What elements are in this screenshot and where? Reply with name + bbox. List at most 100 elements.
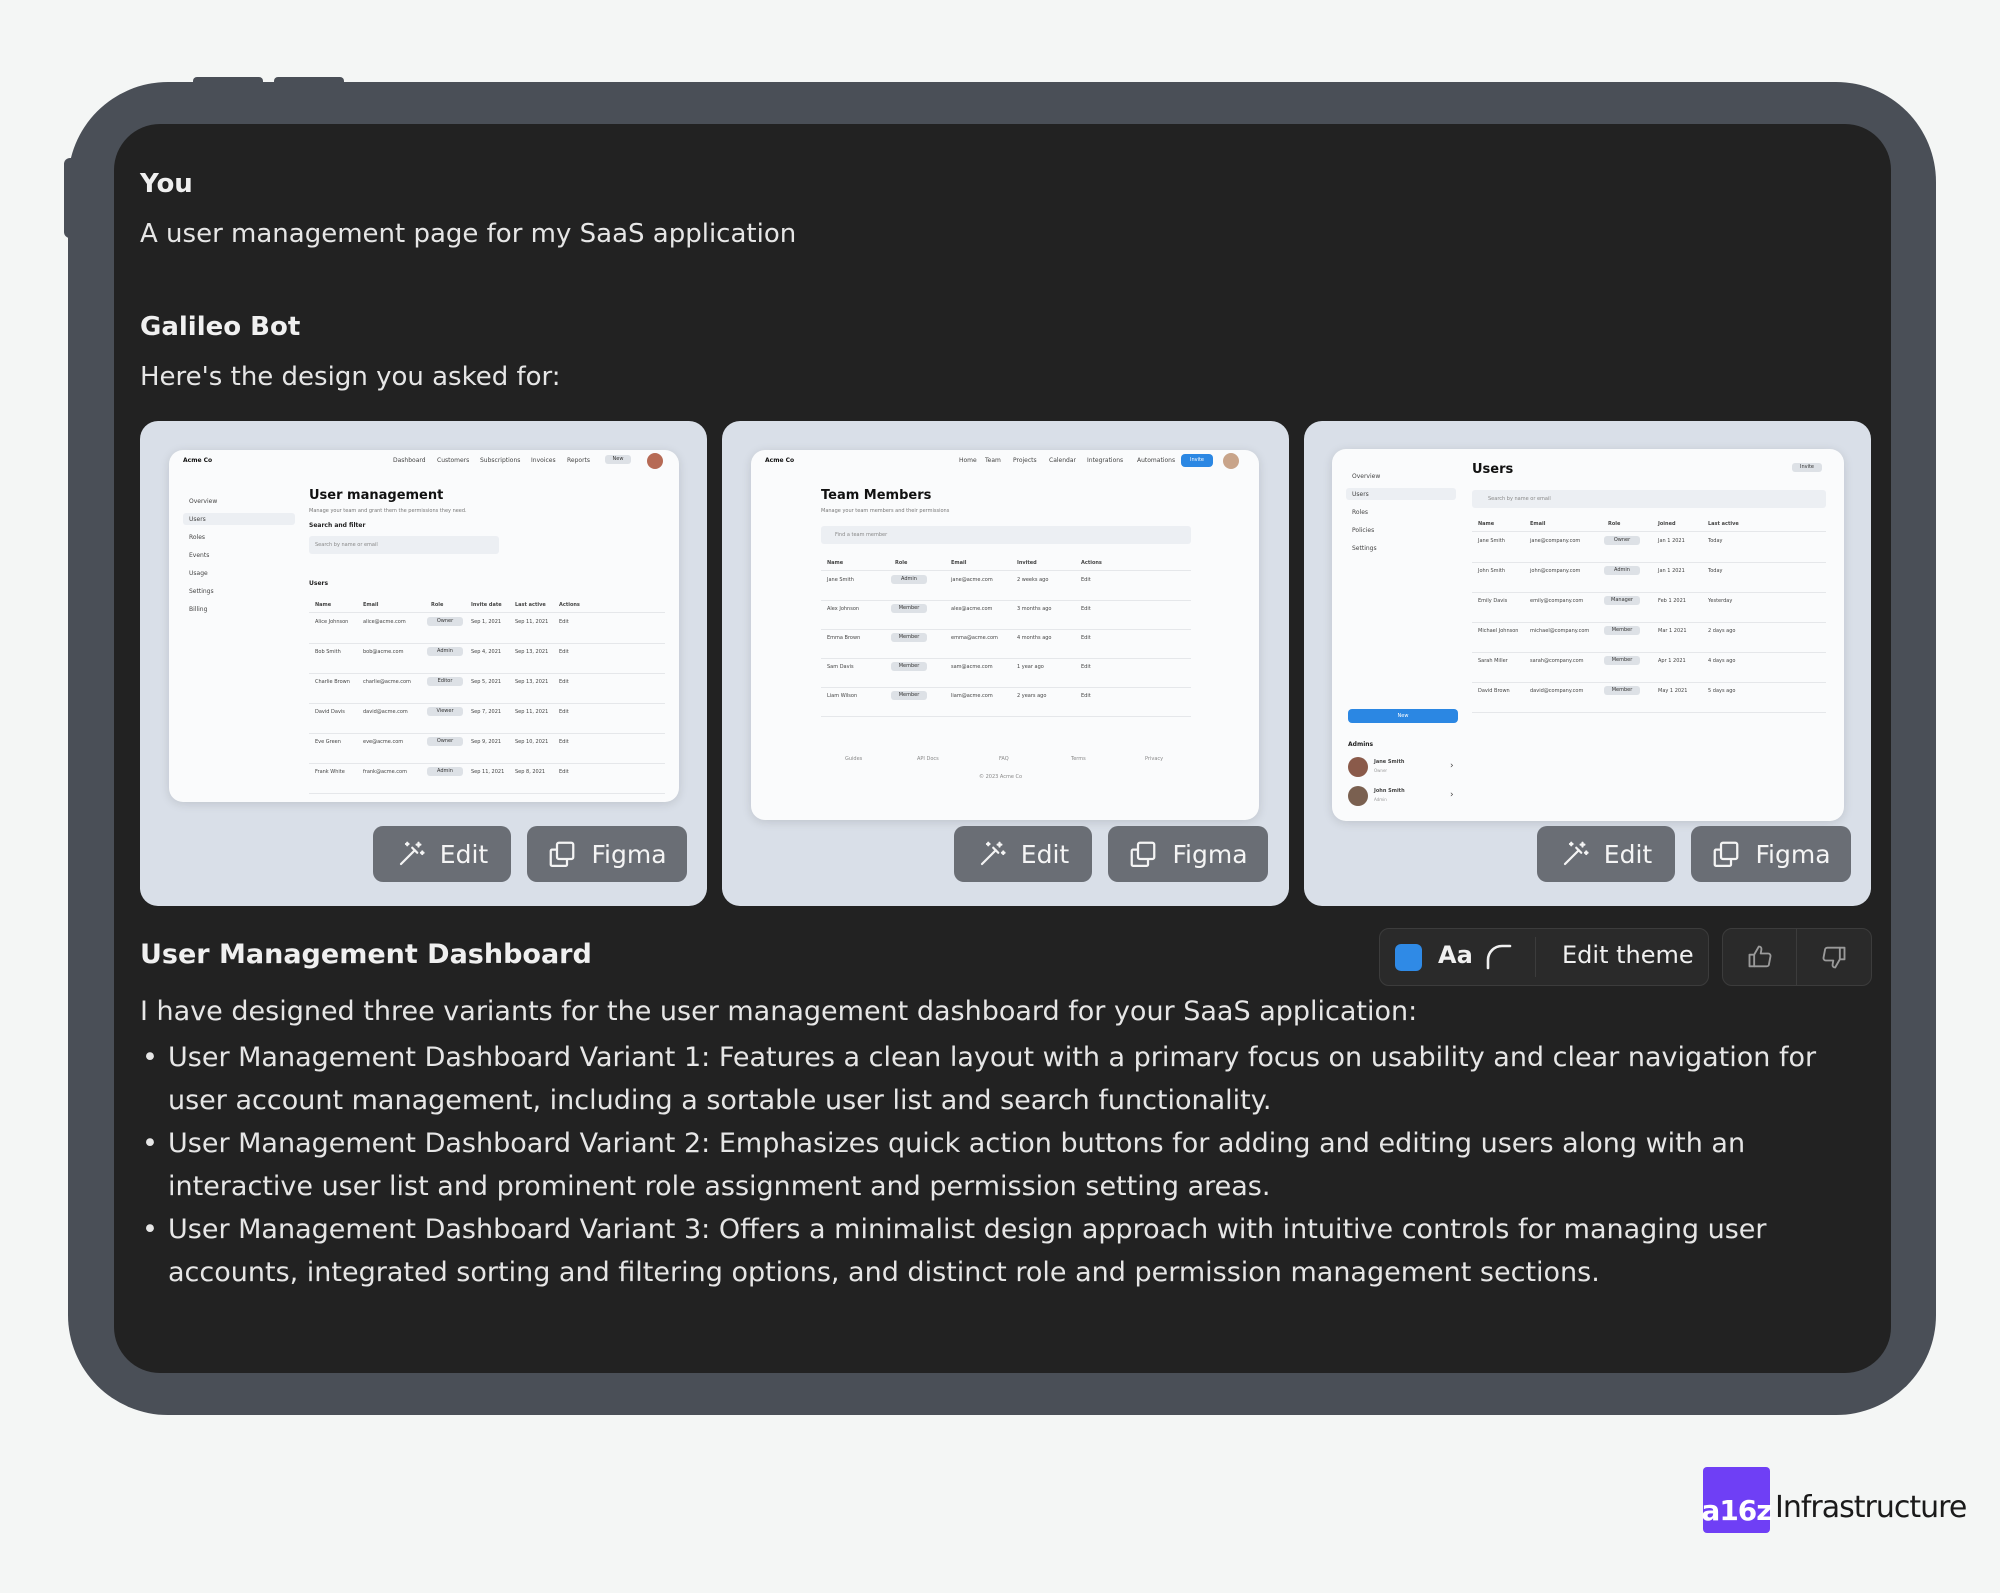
mock-heading: Team Members xyxy=(821,488,931,503)
mock-sidebar-item: Overview xyxy=(189,498,217,505)
edit-button-label: Edit xyxy=(1604,840,1652,869)
mock-admins-title: Admins xyxy=(1348,741,1373,748)
mock-table-cell: Sep 11, 2021 xyxy=(515,709,548,715)
bot-message: Here's the design you asked for: xyxy=(140,362,561,392)
mock-nav-item: Subscriptions xyxy=(480,457,520,464)
mock-divider xyxy=(1472,531,1826,532)
mock-role-badge: Admin xyxy=(427,647,463,656)
magic-wand-icon xyxy=(977,839,1007,869)
mock-table-cell: Frank White xyxy=(315,769,345,775)
edit-button[interactable]: Edit xyxy=(373,826,511,882)
magic-wand-icon xyxy=(396,839,426,869)
mock-column-header: Last active xyxy=(515,602,546,608)
variant-2-preview: Acme Co Home Team Projects Calendar Inte… xyxy=(751,450,1259,820)
mock-column-header: Name xyxy=(1478,521,1494,527)
mock-table-cell: liam@acme.com xyxy=(951,693,993,699)
mock-column-header: Name xyxy=(315,602,331,608)
thumbs-down-button[interactable] xyxy=(1797,929,1870,985)
variant-card-1[interactable]: Acme Co Dashboard Customers Subscription… xyxy=(140,421,707,906)
mock-table-cell: Edit xyxy=(559,649,569,655)
mock-subheading: Manage your team and grant them the perm… xyxy=(309,508,467,514)
mock-nav-item: Home xyxy=(959,457,977,464)
mock-table-cell: Sarah Miller xyxy=(1478,658,1508,664)
mock-table-cell: Emma Brown xyxy=(827,635,860,641)
mock-nav-item: Customers xyxy=(437,457,469,464)
mock-table-cell: Edit xyxy=(559,619,569,625)
theme-color-swatch[interactable] xyxy=(1395,944,1422,971)
theme-divider xyxy=(1535,937,1536,977)
edit-theme-button[interactable]: Edit theme xyxy=(1562,941,1694,969)
edit-button-label: Edit xyxy=(1021,840,1069,869)
mock-column-header: Role xyxy=(895,560,907,566)
mock-table-cell: Michael Johnson xyxy=(1478,628,1518,634)
mock-table-cell: Edit xyxy=(1081,693,1091,699)
mock-table-cell: Edit xyxy=(1081,606,1091,612)
mock-table-cell: Sep 4, 2021 xyxy=(471,649,501,655)
mock-divider xyxy=(821,600,1191,601)
mock-role-badge: Member xyxy=(891,604,927,613)
mock-column-header: Role xyxy=(431,602,443,608)
figma-button[interactable]: Figma xyxy=(1691,826,1851,882)
mock-role-badge: Admin xyxy=(891,575,927,584)
mock-table-cell: 3 months ago xyxy=(1017,606,1052,612)
feedback-controls xyxy=(1722,928,1872,986)
mock-role-badge: Admin xyxy=(427,767,463,776)
mock-table-cell: Alice Johnson xyxy=(315,619,348,625)
mock-column-header: Actions xyxy=(559,602,580,608)
figma-button[interactable]: Figma xyxy=(1108,826,1268,882)
mock-copyright: © 2023 Acme Co xyxy=(979,774,1022,780)
variant-card-2[interactable]: Acme Co Home Team Projects Calendar Inte… xyxy=(722,421,1289,906)
mock-nav-item: Integrations xyxy=(1087,457,1123,464)
list-item: User Management Dashboard Variant 2: Emp… xyxy=(140,1122,1870,1208)
mock-brand: Acme Co xyxy=(183,457,212,464)
copy-icon xyxy=(1711,839,1741,869)
mock-sidebar-item: Settings xyxy=(1352,545,1377,552)
mock-table-cell: 5 days ago xyxy=(1708,688,1735,694)
mock-table-title: Users xyxy=(309,580,328,587)
mock-table-cell: Liam Wilson xyxy=(827,693,857,699)
mock-divider xyxy=(309,643,665,644)
mock-role-badge: Member xyxy=(1604,656,1640,665)
mock-subheading: Manage your team members and their permi… xyxy=(821,508,949,514)
mock-column-header: Email xyxy=(363,602,378,608)
mock-table-cell: Edit xyxy=(559,709,569,715)
mock-table-cell: Jane Smith xyxy=(1478,538,1505,544)
mock-sidebar-item: Overview xyxy=(1352,473,1380,480)
mock-table-cell: 4 months ago xyxy=(1017,635,1052,641)
mock-users-table: NameEmailRoleJoinedLast activeJane Smith… xyxy=(1472,519,1826,709)
mock-table-cell: jane@acme.com xyxy=(951,577,993,583)
chevron-right-icon: › xyxy=(1450,790,1454,800)
corner-radius-icon[interactable] xyxy=(1484,942,1512,970)
mock-search-placeholder: Search by name or email xyxy=(1488,496,1551,502)
avatar xyxy=(1223,453,1239,469)
mock-table-cell: Feb 1 2021 xyxy=(1658,598,1686,604)
mock-admin-name: John Smith xyxy=(1374,788,1405,794)
mock-nav-item: Invoices xyxy=(531,457,556,464)
thumbs-up-button[interactable] xyxy=(1723,929,1796,985)
variant-3-preview: Overview Users Roles Policies Settings N… xyxy=(1332,449,1844,821)
list-item: User Management Dashboard Variant 1: Fea… xyxy=(140,1036,1870,1122)
variant-card-3[interactable]: Overview Users Roles Policies Settings N… xyxy=(1304,421,1871,906)
thumbs-down-icon xyxy=(1820,943,1848,971)
mock-new-button: New xyxy=(1348,709,1458,723)
theme-font-button[interactable]: Aa xyxy=(1438,941,1473,969)
variant-1-preview: Acme Co Dashboard Customers Subscription… xyxy=(169,450,679,802)
edit-button[interactable]: Edit xyxy=(1537,826,1675,882)
mock-table-cell: Sep 10, 2021 xyxy=(515,739,548,745)
thumbs-up-icon xyxy=(1746,943,1774,971)
edit-button[interactable]: Edit xyxy=(954,826,1092,882)
mock-table-cell: Jan 1 2021 xyxy=(1658,568,1685,574)
variant-description-list: User Management Dashboard Variant 1: Fea… xyxy=(140,1036,1870,1294)
figma-button-label: Figma xyxy=(1172,840,1247,869)
mock-table-cell: charlie@acme.com xyxy=(363,679,411,685)
mock-table-cell: Sep 11, 2021 xyxy=(515,619,548,625)
a16z-logo: a16z xyxy=(1703,1467,1770,1533)
mock-divider xyxy=(309,733,665,734)
mock-sidebar-item: Usage xyxy=(189,570,208,577)
mock-role-badge: Owner xyxy=(427,737,463,746)
mock-table-cell: Sam Davis xyxy=(827,664,854,670)
figma-button[interactable]: Figma xyxy=(527,826,687,882)
mock-role-badge: Member xyxy=(1604,626,1640,635)
mock-table-cell: Sep 13, 2021 xyxy=(515,649,548,655)
mock-footer-link: FAQ xyxy=(999,756,1009,762)
